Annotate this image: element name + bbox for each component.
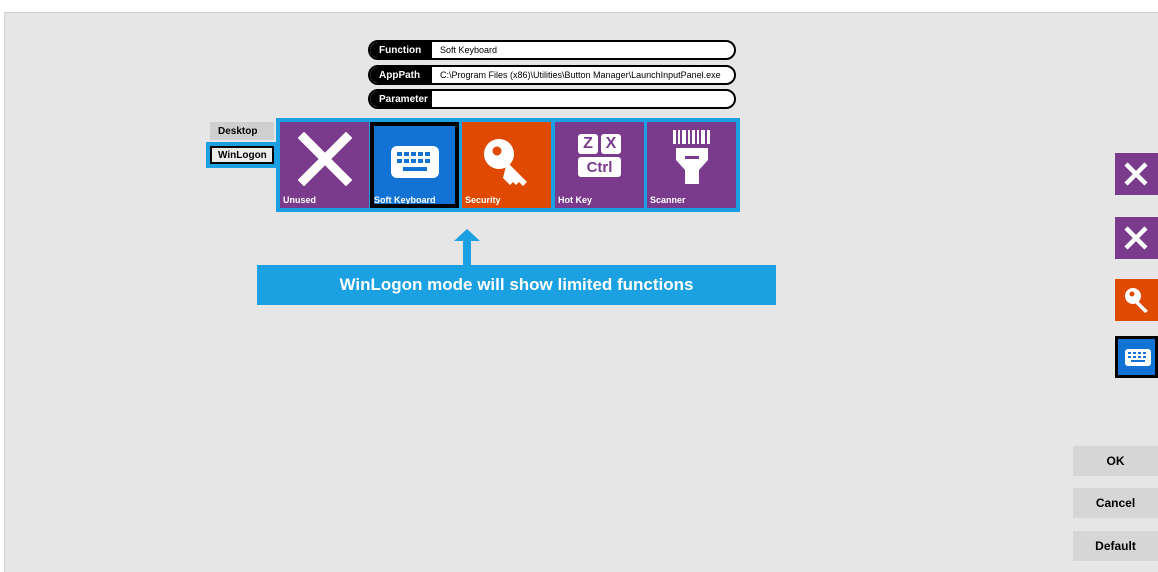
side-button-1[interactable]: [1115, 153, 1158, 195]
arrow-up-icon: [454, 229, 480, 241]
x-icon: [280, 132, 369, 186]
keyboard-icon: [374, 132, 455, 186]
side-button-4[interactable]: [1115, 336, 1158, 378]
keyboard-icon: [1125, 349, 1151, 366]
tile-scanner[interactable]: Scanner: [647, 122, 736, 208]
hotkey-key-x: X: [601, 134, 621, 154]
key-icon: [1125, 288, 1148, 313]
apppath-field[interactable]: AppPath C:\Program Files (x86)\Utilities…: [368, 65, 736, 85]
apppath-value[interactable]: C:\Program Files (x86)\Utilities\Button …: [432, 70, 721, 80]
apppath-label: AppPath: [370, 67, 432, 83]
tile-soft-keyboard[interactable]: Soft Keyboard: [370, 122, 459, 208]
tile-security[interactable]: Security: [462, 122, 551, 208]
function-label: Function: [370, 42, 432, 58]
mode-tab-desktop[interactable]: Desktop: [210, 122, 274, 140]
side-button-2[interactable]: [1115, 217, 1158, 259]
tile-label: Scanner: [650, 195, 686, 205]
arrow-stem: [463, 241, 471, 265]
info-banner: WinLogon mode will show limited function…: [257, 265, 776, 305]
hotkey-key-z: Z: [578, 134, 598, 154]
side-button-3[interactable]: [1115, 279, 1158, 321]
winlogon-highlight: WinLogon: [206, 142, 278, 168]
parameter-field[interactable]: Parameter: [368, 89, 736, 109]
tile-unused[interactable]: Unused: [280, 122, 369, 208]
function-value: Soft Keyboard: [440, 45, 498, 55]
tile-hot-key[interactable]: Z X Ctrl Hot Key: [555, 122, 644, 208]
tile-label: Hot Key: [558, 195, 593, 205]
mode-tab-winlogon[interactable]: WinLogon: [210, 146, 274, 164]
parameter-label: Parameter: [370, 91, 432, 107]
x-icon: [1124, 226, 1148, 250]
cancel-button[interactable]: Cancel: [1073, 488, 1158, 518]
hotkey-icon: Z X Ctrl: [555, 134, 644, 177]
barcode-scanner-icon: [647, 126, 736, 186]
x-icon: [1124, 162, 1148, 186]
hotkey-key-ctrl: Ctrl: [578, 157, 621, 177]
function-tile-strip: Unused Soft Keyboard Security Z X Ctrl H…: [276, 118, 740, 212]
ok-button[interactable]: OK: [1073, 446, 1158, 476]
key-icon: [462, 132, 551, 192]
tile-label: Security: [465, 195, 501, 205]
default-button[interactable]: Default: [1073, 531, 1158, 561]
tile-label: Unused: [283, 195, 317, 205]
tile-label: Soft Keyboard: [374, 195, 436, 205]
function-field: Function Soft Keyboard: [368, 40, 736, 60]
